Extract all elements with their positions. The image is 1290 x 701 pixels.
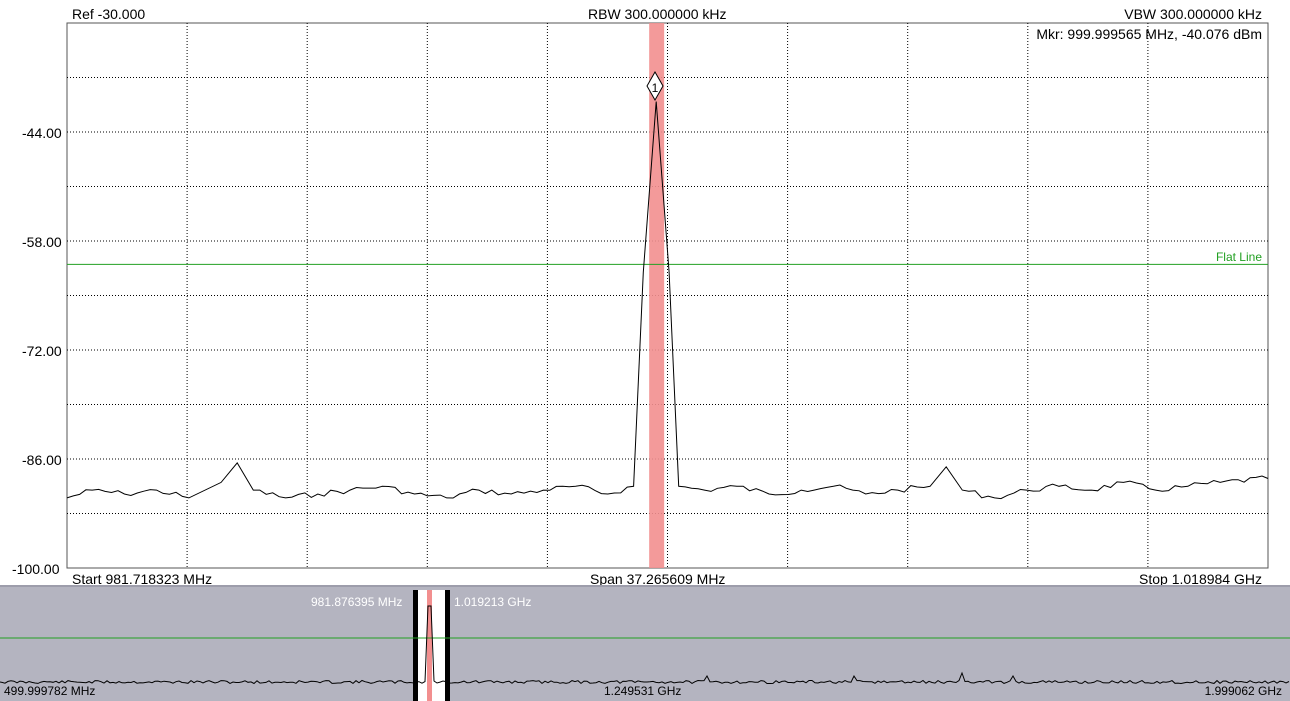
y-tick-label: -72.00 bbox=[22, 343, 62, 359]
overview-window-start-label: 981.876395 MHz bbox=[311, 595, 403, 609]
y-tick-label: -44.00 bbox=[22, 125, 62, 141]
rbw-label: RBW 300.000000 kHz bbox=[588, 6, 727, 22]
ref-level-label: Ref -30.000 bbox=[72, 6, 146, 22]
marker-number: 1 bbox=[652, 81, 659, 95]
marker-readout: Mkr: 999.999565 MHz, -40.076 dBm bbox=[1036, 26, 1262, 42]
vbw-label: VBW 300.000000 kHz bbox=[1124, 6, 1262, 22]
y-tick-label: -58.00 bbox=[22, 234, 62, 250]
y-tick-label: -86.00 bbox=[22, 452, 62, 468]
overview-right-freq: 1.999062 GHz bbox=[1204, 684, 1282, 698]
overview-window-stop-label: 1.019213 GHz bbox=[454, 595, 532, 609]
flat-line-label: Flat Line bbox=[1215, 250, 1262, 264]
y-tick-label: -100.00 bbox=[12, 561, 60, 577]
overview-left-freq: 499.999782 MHz bbox=[4, 684, 96, 698]
spectrum-plot[interactable]: 1 bbox=[0, 0, 1290, 590]
overview-center-freq: 1.249531 GHz bbox=[604, 684, 682, 698]
